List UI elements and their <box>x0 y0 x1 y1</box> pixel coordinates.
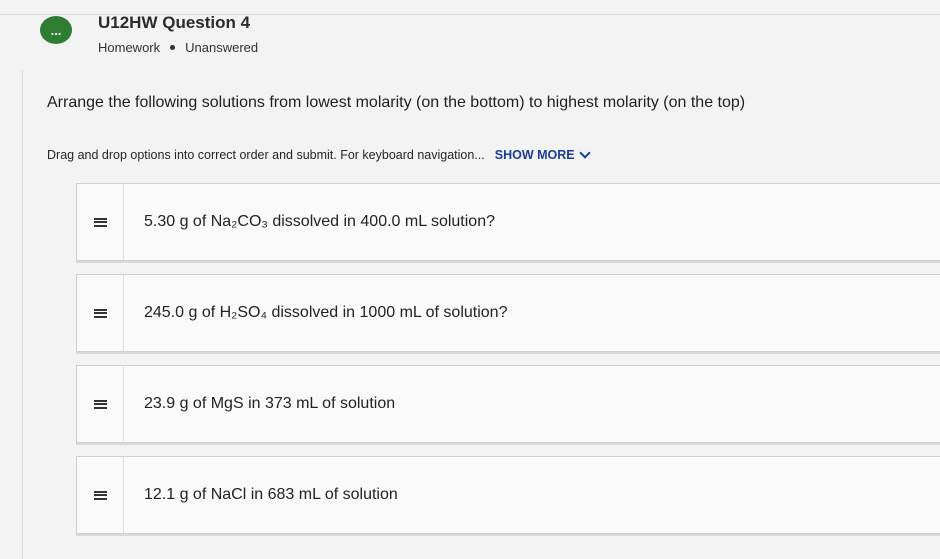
instructions-text: Drag and drop options into correct order… <box>47 148 485 162</box>
question-title: U12HW Question 4 <box>98 13 251 32</box>
chat-bubble-glyph: ... <box>50 22 62 38</box>
left-divider <box>22 70 23 559</box>
separator-dot-icon <box>170 45 176 50</box>
option-label: 245.0 g of H₂SO₄ dissolved in 1000 mL of… <box>144 304 508 321</box>
question-meta: Homework Unanswered <box>98 40 258 55</box>
question-header: ... U12HW Question 4 Homework Unanswered <box>40 12 258 55</box>
sortable-option[interactable]: 23.9 g of MgS in 373 mL of solution <box>76 365 940 443</box>
show-more-button[interactable]: SHOW MORE <box>494 147 591 162</box>
question-page: ... U12HW Question 4 Homework Unanswered… <box>0 0 940 559</box>
option-label: 12.1 g of NaCl in 683 mL of solution <box>144 486 398 503</box>
drag-handle-icon <box>93 490 107 500</box>
instructions: Drag and drop options into correct order… <box>47 147 591 162</box>
drag-handle[interactable] <box>77 366 124 442</box>
answer-status: Unanswered <box>185 40 259 55</box>
assignment-type: Homework <box>98 40 161 55</box>
sortable-option[interactable]: 245.0 g of H₂SO₄ dissolved in 1000 mL of… <box>76 274 940 352</box>
drag-handle-icon <box>93 399 107 409</box>
sortable-options-list: 5.30 g of Na₂CO₃ dissolved in 400.0 mL s… <box>76 183 940 547</box>
drag-handle[interactable] <box>77 275 124 351</box>
option-label: 23.9 g of MgS in 373 mL of solution <box>144 395 396 412</box>
show-more-label: SHOW MORE <box>494 148 575 162</box>
sortable-option[interactable]: 12.1 g of NaCl in 683 mL of solution <box>76 456 940 534</box>
drag-handle-icon <box>93 217 107 227</box>
chat-bubble-icon[interactable]: ... <box>40 16 72 44</box>
sortable-option[interactable]: 5.30 g of Na₂CO₃ dissolved in 400.0 mL s… <box>76 183 940 261</box>
chevron-down-icon <box>578 147 591 159</box>
question-prompt: Arrange the following solutions from low… <box>47 94 746 111</box>
drag-handle[interactable] <box>77 457 124 533</box>
drag-handle[interactable] <box>77 184 124 260</box>
header-text: U12HW Question 4 Homework Unanswered <box>98 12 258 55</box>
drag-handle-icon <box>93 308 107 318</box>
option-label: 5.30 g of Na₂CO₃ dissolved in 400.0 mL s… <box>144 213 495 230</box>
